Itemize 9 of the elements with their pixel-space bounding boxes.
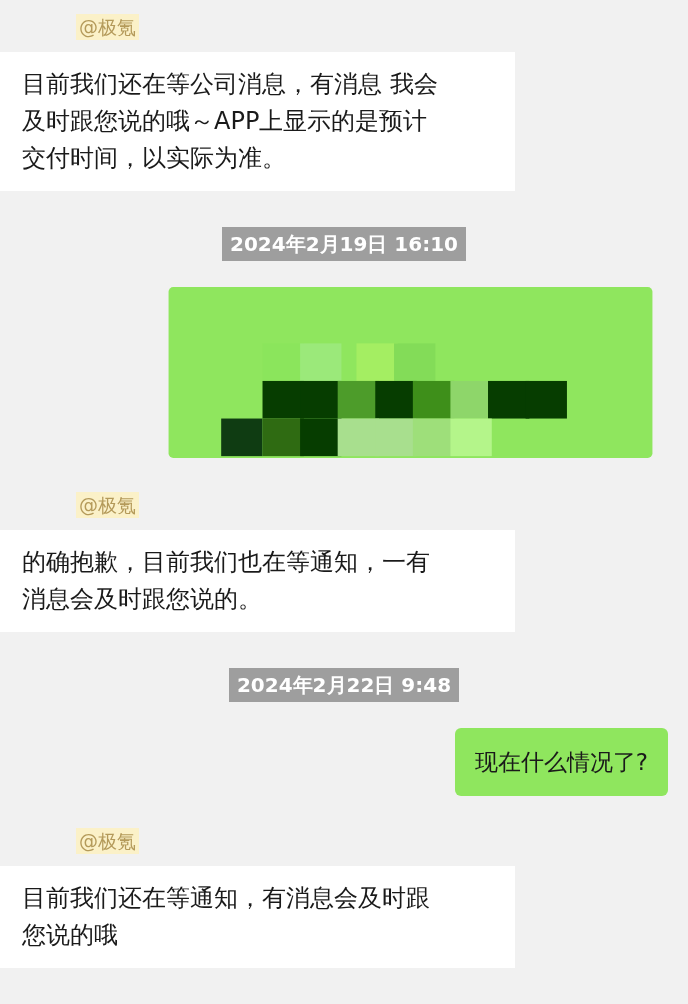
- outgoing-message: 现在什么情况了?: [454, 728, 668, 796]
- incoming-message: 目前我们还在等通知，有消息会及时跟您说的哦: [0, 866, 515, 968]
- sender-name: @极氪: [76, 14, 139, 40]
- incoming-message: 的确抱歉，目前我们也在等通知，一有消息会及时跟您说的。: [0, 530, 515, 632]
- timestamp: 2024年2月22日 9:48: [228, 668, 460, 702]
- sender-name: @极氪: [76, 492, 139, 518]
- incoming-message: 目前我们还在等公司消息，有消息 我会及时跟您说的哦～APP上显示的是预计交付时间，以实际为准。: [0, 52, 515, 191]
- sender-name: @极氪: [76, 828, 139, 854]
- timestamp: 2024年2月19日 16:10: [221, 227, 466, 261]
